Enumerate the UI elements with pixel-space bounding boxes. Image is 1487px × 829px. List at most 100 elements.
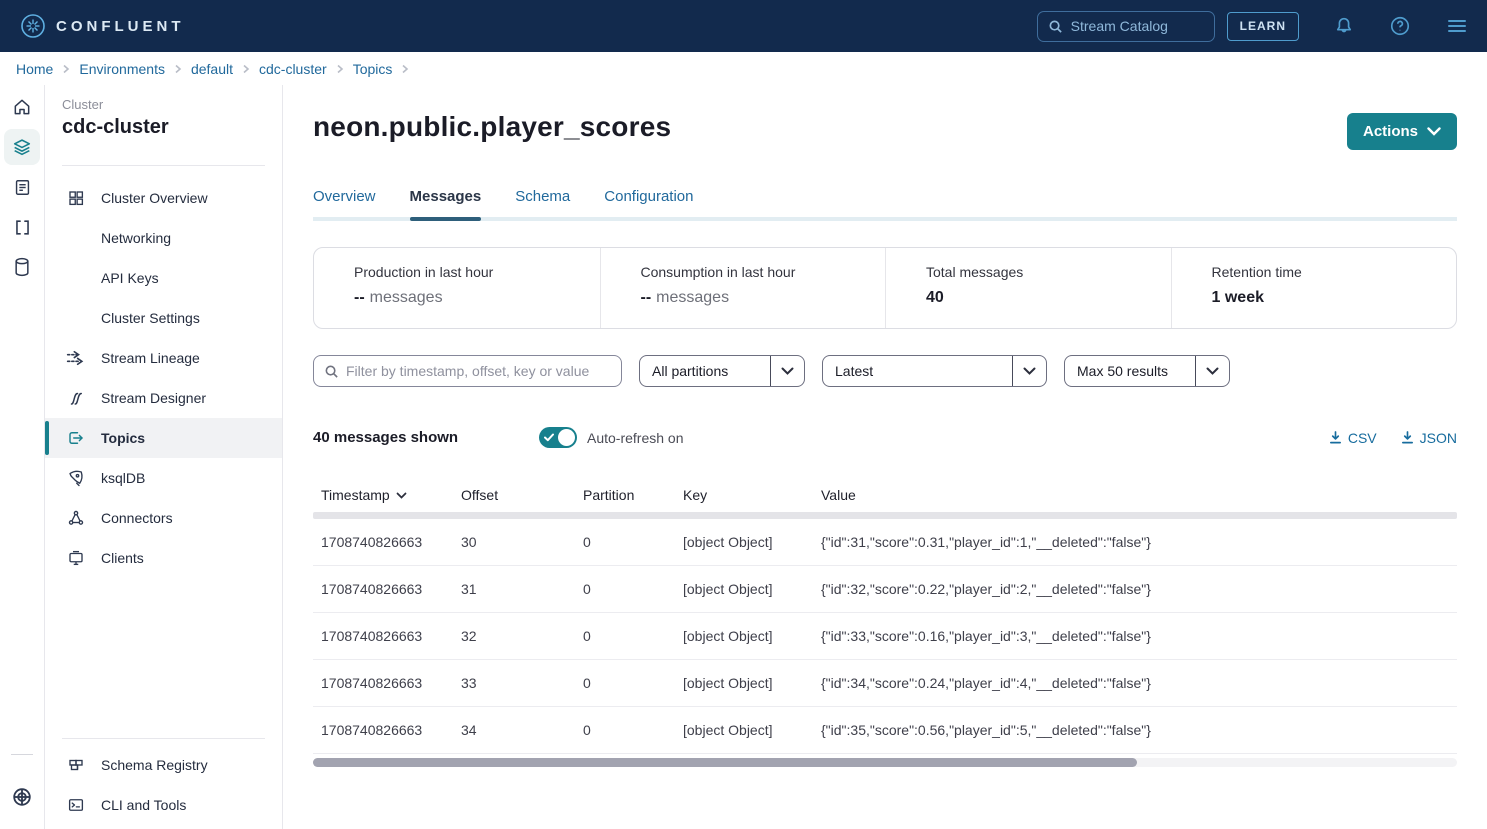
sidebar-item-label: CLI and Tools: [101, 797, 186, 813]
sidebar-item-label: API Keys: [101, 270, 159, 286]
help-icon[interactable]: [1389, 15, 1411, 37]
partition-dropdown[interactable]: All partitions: [639, 355, 805, 387]
table-row[interactable]: 1708740826663 31 0 [object Object] {"id"…: [313, 566, 1457, 613]
result-limit-dropdown[interactable]: Max 50 results: [1064, 355, 1230, 387]
download-json-label: JSON: [1420, 430, 1457, 446]
cell-value: {"id":34,"score":0.24,"player_id":4,"__d…: [813, 675, 1457, 691]
tab-messages[interactable]: Messages: [410, 188, 482, 217]
sidebar-item-cli-and-tools[interactable]: CLI and Tools: [45, 785, 282, 825]
learn-button[interactable]: LEARN: [1227, 12, 1299, 41]
stat-label: Retention time: [1212, 264, 1447, 280]
icon-rail: [0, 85, 45, 829]
stream-catalog-input[interactable]: [1071, 18, 1204, 34]
breadcrumb-topics[interactable]: Topics: [353, 61, 393, 77]
app-window: CONFLUENT LEARN Home: [0, 0, 1487, 829]
sidebar-item-ksqldb[interactable]: ksqlDB: [45, 458, 282, 498]
message-order-value: Latest: [823, 363, 1012, 379]
download-icon: [1401, 431, 1414, 444]
chevron-down-icon: [770, 356, 804, 386]
main-content: neon.public.player_scores Actions Overvi…: [283, 85, 1487, 829]
stat-label: Production in last hour: [354, 264, 590, 280]
actions-button[interactable]: Actions: [1347, 113, 1457, 150]
stream-catalog-search[interactable]: [1037, 11, 1215, 42]
flink-brackets-icon[interactable]: [4, 209, 40, 245]
sidebar-item-label: Connectors: [101, 510, 173, 526]
stat-value: 1 week: [1212, 289, 1264, 306]
sidebar-item-api-keys[interactable]: API Keys: [45, 258, 282, 298]
breadcrumb-cdc-cluster[interactable]: cdc-cluster: [259, 61, 327, 77]
stat-label: Total messages: [926, 264, 1161, 280]
chevron-right-icon: [61, 64, 71, 74]
sidebar-item-cluster-settings[interactable]: Cluster Settings: [45, 298, 282, 338]
stat-label: Consumption in last hour: [641, 264, 876, 280]
tab-schema[interactable]: Schema: [515, 188, 570, 217]
top-navbar: CONFLUENT LEARN: [0, 0, 1487, 52]
sidebar-item-label: Schema Registry: [101, 757, 208, 773]
topic-tabs: Overview Messages Schema Configuration: [313, 188, 1457, 221]
sidebar-item-label: Networking: [101, 230, 171, 246]
checkmark-icon: [544, 433, 554, 442]
sidebar-item-clients[interactable]: Clients: [45, 538, 282, 578]
messages-shown-count: 40 messages shown: [313, 429, 539, 446]
sidebar-item-cluster-overview[interactable]: Cluster Overview: [45, 178, 282, 218]
stat-production: Production in last hour --messages: [314, 248, 600, 328]
cell-timestamp: 1708740826663: [313, 581, 453, 597]
home-icon[interactable]: [4, 89, 40, 125]
sidebar-item-connectors[interactable]: Connectors: [45, 498, 282, 538]
cluster-layers-icon[interactable]: [4, 129, 40, 165]
download-json-link[interactable]: JSON: [1401, 430, 1457, 446]
message-filter-search[interactable]: [313, 355, 622, 387]
column-header-value[interactable]: Value: [813, 487, 1457, 503]
topic-stats-card: Production in last hour --messages Consu…: [313, 247, 1457, 329]
clients-monitor-icon: [66, 549, 86, 567]
partition-dropdown-value: All partitions: [640, 363, 770, 379]
sidebar-item-stream-designer[interactable]: Stream Designer: [45, 378, 282, 418]
auto-refresh-toggle[interactable]: [539, 427, 577, 448]
stat-consumption: Consumption in last hour --messages: [600, 248, 886, 328]
search-icon: [324, 364, 339, 379]
sidebar-item-topics[interactable]: Topics: [45, 418, 282, 458]
stat-suffix: messages: [370, 289, 443, 306]
cell-timestamp: 1708740826663: [313, 722, 453, 738]
notifications-bell-icon[interactable]: [1333, 15, 1355, 37]
actions-button-label: Actions: [1363, 123, 1418, 140]
tab-configuration[interactable]: Configuration: [604, 188, 693, 217]
breadcrumb-environments[interactable]: Environments: [79, 61, 165, 77]
stat-retention-time: Retention time 1 week: [1171, 248, 1457, 328]
notes-document-icon[interactable]: [4, 169, 40, 205]
auto-refresh-label: Auto-refresh on: [587, 430, 684, 446]
confluent-brand[interactable]: CONFLUENT: [20, 13, 185, 39]
sidebar-item-networking[interactable]: Networking: [45, 218, 282, 258]
stat-value: --: [641, 289, 652, 306]
support-globe-icon[interactable]: [4, 779, 40, 815]
column-header-partition[interactable]: Partition: [575, 487, 675, 503]
breadcrumb-default[interactable]: default: [191, 61, 233, 77]
cell-partition: 0: [575, 628, 675, 644]
column-header-offset[interactable]: Offset: [453, 487, 575, 503]
hamburger-menu-icon[interactable]: [1445, 14, 1469, 38]
breadcrumb-home[interactable]: Home: [16, 61, 53, 77]
cell-offset: 31: [453, 581, 575, 597]
toggle-knob: [558, 429, 575, 446]
cell-offset: 34: [453, 722, 575, 738]
horizontal-scrollbar-thumb[interactable]: [313, 758, 1137, 767]
column-header-timestamp[interactable]: Timestamp: [313, 487, 453, 503]
sidebar-item-schema-registry[interactable]: Schema Registry: [45, 745, 282, 785]
chevron-right-icon: [335, 64, 345, 74]
table-row[interactable]: 1708740826663 30 0 [object Object] {"id"…: [313, 519, 1457, 566]
column-header-key[interactable]: Key: [675, 487, 813, 503]
table-row[interactable]: 1708740826663 32 0 [object Object] {"id"…: [313, 613, 1457, 660]
page-title: neon.public.player_scores: [313, 111, 671, 143]
tab-overview[interactable]: Overview: [313, 188, 376, 217]
database-icon[interactable]: [4, 249, 40, 285]
table-header-divider: [313, 512, 1457, 519]
message-order-dropdown[interactable]: Latest: [822, 355, 1047, 387]
message-filter-input[interactable]: [346, 363, 611, 379]
table-row[interactable]: 1708740826663 33 0 [object Object] {"id"…: [313, 660, 1457, 707]
stream-designer-waves-icon: [66, 389, 86, 407]
cell-offset: 32: [453, 628, 575, 644]
sidebar-item-stream-lineage[interactable]: Stream Lineage: [45, 338, 282, 378]
cell-timestamp: 1708740826663: [313, 675, 453, 691]
table-row[interactable]: 1708740826663 34 0 [object Object] {"id"…: [313, 707, 1457, 754]
download-csv-link[interactable]: CSV: [1329, 430, 1377, 446]
